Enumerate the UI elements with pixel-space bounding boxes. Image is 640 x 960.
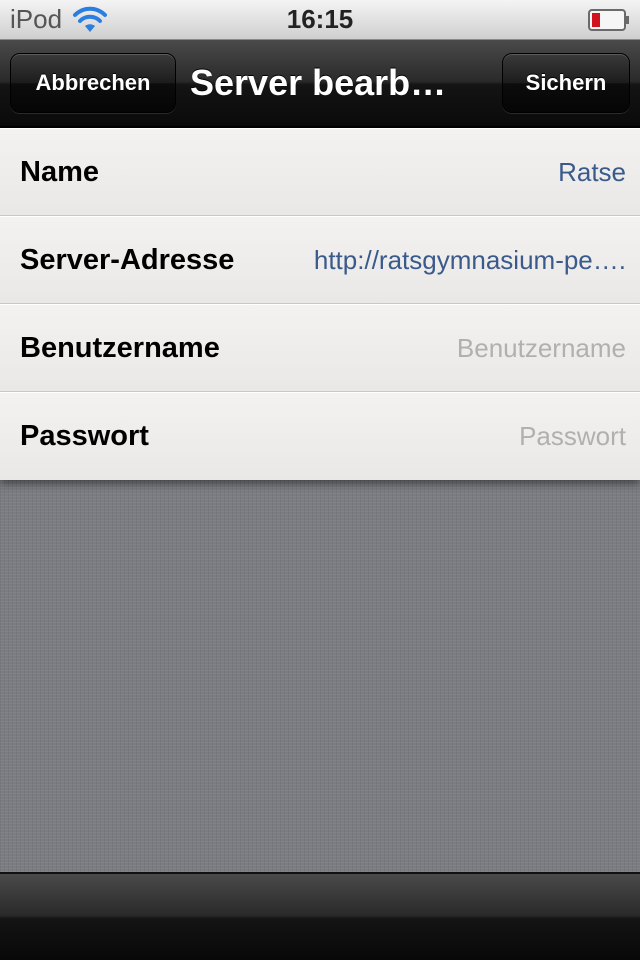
password-label: Passwort	[20, 420, 149, 452]
cancel-button[interactable]: Abbrechen	[10, 53, 176, 113]
username-label: Benutzername	[20, 331, 220, 364]
name-field[interactable]: Ratse	[538, 157, 626, 188]
clock: 16:15	[286, 4, 354, 34]
server-address-row[interactable]: Server-Adresse http://ratsgymnasium-pe….	[0, 216, 640, 304]
status-right	[430, 8, 630, 31]
server-address-field[interactable]: http://ratsgymnasium-pe….	[294, 245, 626, 276]
server-address-label: Server-Adresse	[20, 243, 235, 276]
wifi-icon	[73, 6, 108, 32]
username-row[interactable]: Benutzername Benutzername	[0, 304, 640, 392]
battery-low-icon	[588, 8, 629, 31]
bottom-toolbar	[0, 872, 640, 960]
save-button[interactable]: Sichern	[502, 53, 630, 113]
status-bar: iPod 16:15	[0, 0, 640, 40]
username-field[interactable]: Benutzername	[437, 333, 626, 364]
device-label: iPod	[10, 4, 63, 34]
password-field[interactable]: Passwort	[499, 421, 626, 452]
password-row[interactable]: Passwort Passwort	[0, 392, 640, 480]
status-left: iPod	[10, 4, 210, 35]
name-label: Name	[20, 155, 99, 188]
content-area: Name Ratse Server-Adresse http://ratsgym…	[0, 128, 640, 872]
page-title: Server bearb…	[190, 62, 447, 103]
name-row[interactable]: Name Ratse	[0, 128, 640, 216]
navigation-bar: Abbrechen Server bearb… Sichern	[0, 40, 640, 128]
server-form: Name Ratse Server-Adresse http://ratsgym…	[0, 128, 640, 480]
